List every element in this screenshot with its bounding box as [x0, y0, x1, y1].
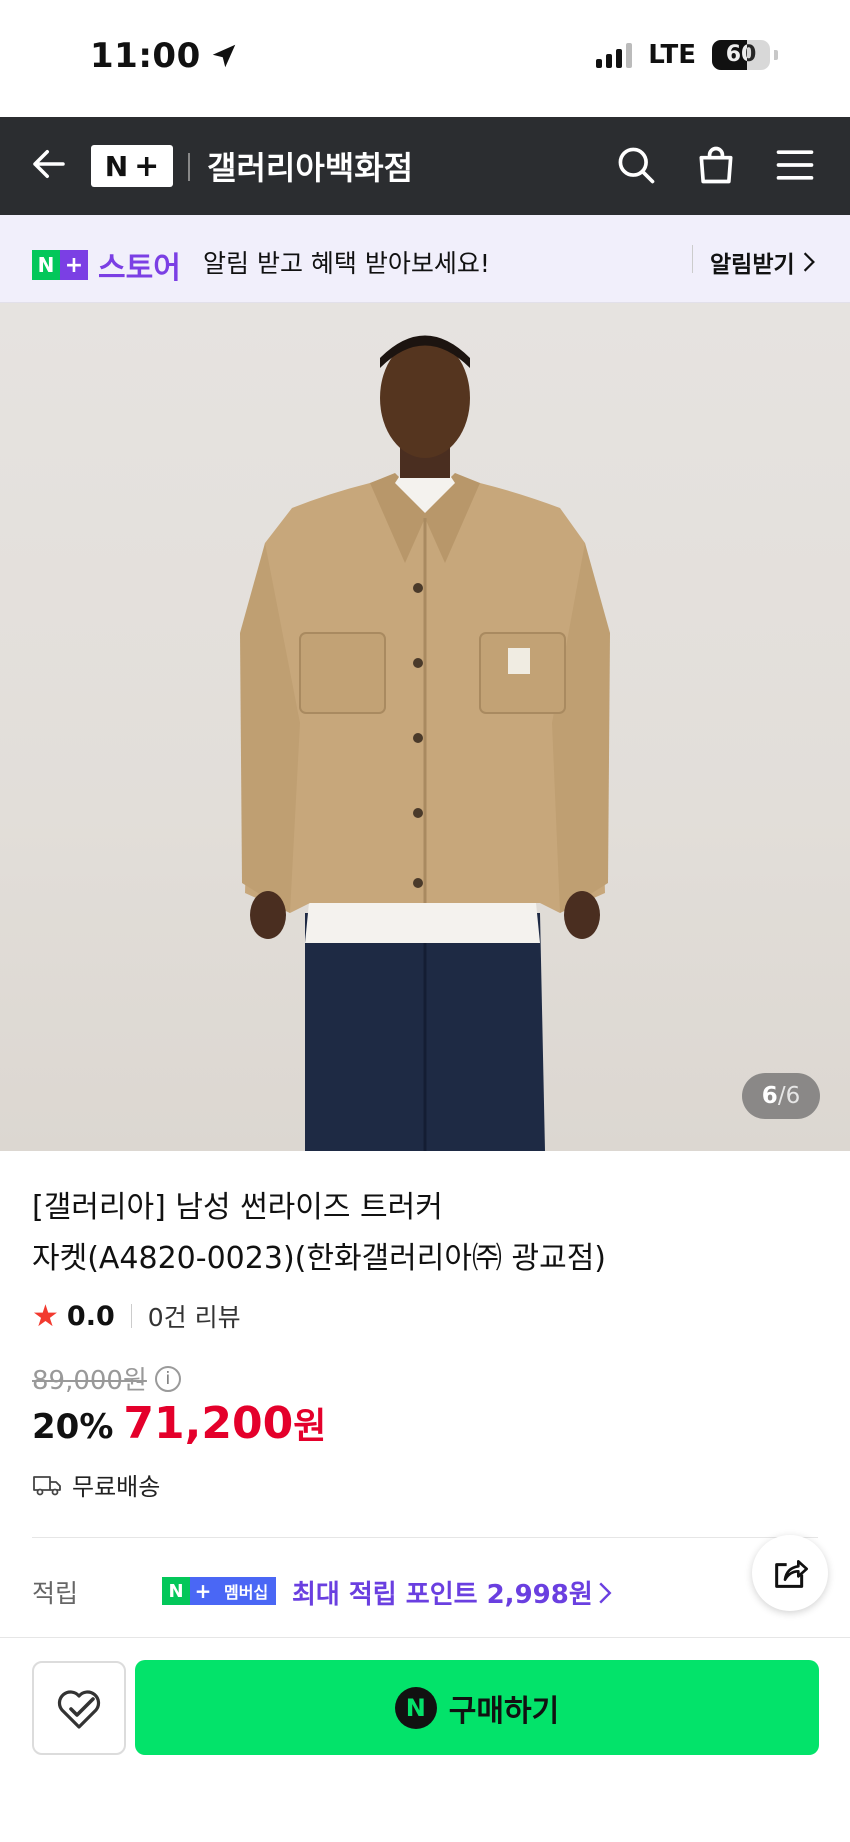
- membership-badge-plus: +: [190, 1577, 216, 1605]
- rating-score: 0.0: [66, 1300, 115, 1332]
- membership-badge: N + 멤버십: [162, 1577, 277, 1605]
- star-icon: ★: [32, 1298, 59, 1334]
- product-title: [갤러리아] 남성 썬라이즈 트러커 자켓(A4820-0023)(한화갤러리아…: [32, 1182, 652, 1284]
- store-notification-banner: N + 스토어 알림 받고 혜택 받아보세요! 알림받기: [0, 215, 850, 303]
- naver-pay-icon: N: [394, 1686, 437, 1729]
- image-counter-separator: /: [777, 1083, 786, 1109]
- wishlist-button[interactable]: [32, 1661, 126, 1755]
- logo-letter: N: [104, 149, 129, 183]
- subscribe-alert-label: 알림받기: [710, 252, 795, 278]
- location-arrow-icon: [212, 44, 235, 68]
- section-divider: [32, 1537, 818, 1538]
- truck-icon: [33, 1475, 61, 1495]
- menu-icon[interactable]: [773, 143, 817, 187]
- product-image-gallery[interactable]: 6 / 6: [0, 303, 850, 1151]
- review-count[interactable]: 0건 리뷰: [148, 1298, 241, 1334]
- clock-text: 11:00: [90, 36, 201, 76]
- status-time: 11:00: [90, 36, 239, 76]
- chevron-right-icon: [803, 252, 815, 272]
- image-counter-current: 6: [761, 1083, 778, 1109]
- store-badge: N +: [32, 250, 88, 280]
- points-row[interactable]: 적립 N + 멤버십 최대 적립 포인트 2,998원: [0, 1566, 850, 1616]
- banner-message: 알림 받고 혜택 받아보세요!: [203, 249, 490, 278]
- max-points-text: 최대 적립 포인트 2,998원: [292, 1580, 593, 1610]
- bottom-bar-divider: [0, 1637, 850, 1638]
- buy-button[interactable]: N 구매하기: [135, 1660, 819, 1755]
- membership-badge-letter: N: [162, 1577, 190, 1605]
- original-price: 89,000원: [32, 1366, 147, 1396]
- rating-divider: [130, 1304, 132, 1328]
- share-icon: [775, 1560, 808, 1588]
- membership-badge-text: 멤버십: [216, 1577, 277, 1605]
- info-icon[interactable]: i: [154, 1365, 181, 1392]
- chevron-right-icon: [599, 1582, 612, 1603]
- shipping-row: 무료배송: [32, 1467, 160, 1502]
- store-badge-plus: +: [60, 250, 88, 280]
- original-price-row: 89,000원 i: [32, 1360, 181, 1397]
- subscribe-alert-button[interactable]: 알림받기: [710, 245, 817, 279]
- image-counter-total: 6: [785, 1083, 801, 1109]
- naver-plus-logo[interactable]: N +: [91, 145, 173, 187]
- network-label: LTE: [648, 40, 696, 70]
- search-icon[interactable]: [614, 143, 658, 187]
- shipping-label: 무료배송: [72, 1473, 161, 1501]
- logo-plus: +: [134, 148, 160, 184]
- max-points-link[interactable]: 최대 적립 포인트 2,998원: [292, 1574, 613, 1611]
- store-title[interactable]: 갤러리아백화점: [207, 143, 413, 189]
- store-badge-letter: N: [32, 250, 60, 280]
- battery-icon: 60: [712, 40, 770, 70]
- status-indicators: LTE 60: [596, 40, 778, 70]
- store-word: 스토어: [98, 251, 181, 286]
- battery-tip: [774, 50, 778, 60]
- product-title-line-1: [갤러리아] 남성 썬라이즈 트러커: [32, 1190, 443, 1225]
- top-header: N + 갤러리아백화점: [0, 117, 850, 215]
- header-divider: [188, 153, 190, 181]
- share-button[interactable]: [752, 1535, 828, 1611]
- discount-rate: 20%: [32, 1407, 114, 1447]
- sale-price-row: 20% 71,200 원: [32, 1397, 326, 1449]
- back-arrow-icon[interactable]: [28, 143, 70, 185]
- signal-icon: [596, 42, 633, 68]
- heart-check-icon: [57, 1690, 101, 1729]
- product-photo: [240, 335, 610, 1151]
- shopping-bag-icon[interactable]: [694, 143, 738, 187]
- points-label: 적립: [32, 1579, 79, 1608]
- rating-row[interactable]: ★ 0.0 0건 리뷰: [32, 1298, 241, 1334]
- status-bar: 11:00 LTE 60: [0, 0, 850, 117]
- price-unit: 원: [293, 1406, 327, 1447]
- product-title-line-2: 자켓(A4820-0023)(한화갤러리아㈜ 광교점): [32, 1241, 606, 1276]
- battery-text: 60: [725, 42, 757, 67]
- buy-label: 구매하기: [448, 1693, 560, 1729]
- image-counter: 6 / 6: [742, 1073, 820, 1119]
- naver-plus-store-logo: N + 스토어: [32, 243, 181, 287]
- sale-price: 71,200: [123, 1398, 294, 1449]
- banner-divider: [692, 245, 693, 273]
